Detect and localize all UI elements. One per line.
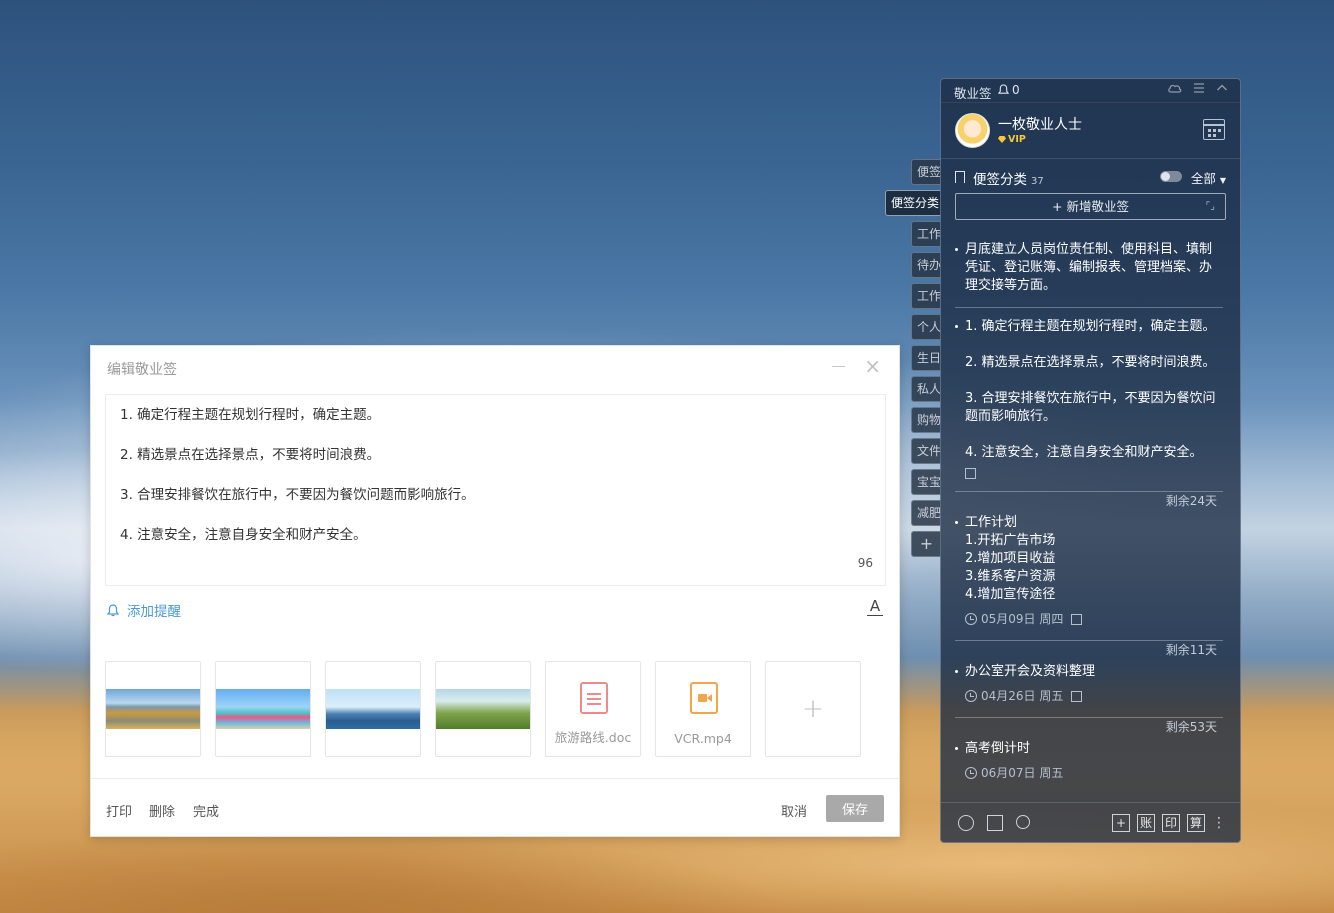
landscape-road-image [106, 689, 200, 729]
content-line: 2. 精选景点在选择景点，不要将时间浪费。 [120, 447, 381, 463]
tab-work-1[interactable]: 工作 [911, 221, 941, 247]
note-list: 月底建立人员岗位责任制、使用科目、填制凭证、登记账簿、编制报表、管理档案、办理交… [955, 231, 1223, 798]
new-note-button[interactable]: + 新增敬业签 ⌜⌟ [955, 193, 1226, 220]
caret-down-icon: ▼ [1219, 176, 1226, 185]
dialog-footer: 打印 删除 完成 取消 保存 [91, 778, 899, 838]
meadow-girl-image [436, 689, 530, 729]
clock-icon [965, 613, 977, 625]
bookmark-icon [955, 171, 965, 183]
filter-dropdown[interactable]: 全部 ▼ [1191, 168, 1226, 187]
sticky-note-panel: 敬业签 0 一枚敬业人士 VIP 便签分类 37 全部 ▼ + 新增敬业签 ⌜⌟… [940, 78, 1241, 843]
calculator-button[interactable]: 算 [1187, 814, 1205, 832]
cancel-button[interactable]: 取消 [781, 801, 807, 820]
video-file-icon [690, 682, 718, 714]
clock-icon [965, 767, 977, 779]
edit-note-dialog: 编辑敬业签 × 1. 确定行程主题在规划行程时，确定主题。 2. 精选景点在选择… [90, 345, 900, 837]
avatar[interactable] [955, 113, 990, 148]
list-item[interactable]: 剩余24天 工作计划 1.开拓广告市场 2.增加项目收益 3.维系客户资源 4.… [955, 492, 1223, 641]
menu-icon[interactable] [1193, 82, 1205, 94]
add-attachment-button[interactable]: + [765, 661, 861, 757]
grid-icon [1071, 613, 1083, 625]
bell-icon [107, 603, 119, 616]
tab-personal[interactable]: 个人 [911, 314, 941, 340]
search-icon[interactable] [1016, 815, 1030, 829]
attachment-image[interactable] [435, 661, 531, 757]
attachment-image[interactable] [215, 661, 311, 757]
add-reminder-label: 添加提醒 [127, 604, 181, 620]
attachment-video-file[interactable]: VCR.mp4 [655, 661, 751, 757]
delete-button[interactable]: 删除 [149, 801, 175, 820]
tab-birthday[interactable]: 生日 [911, 345, 941, 371]
save-button[interactable]: 保存 [826, 795, 884, 822]
bell-icon [998, 84, 1009, 94]
doc-file-icon [580, 682, 608, 714]
content-line: 4. 注意安全，注意自身安全和财产安全。 [120, 527, 367, 543]
attachment-icon [965, 468, 976, 479]
ledger-button[interactable]: 账 [1137, 814, 1155, 832]
attachment-list: 旅游路线.doc VCR.mp4 + [105, 661, 861, 757]
tab-diet[interactable]: 减肥 [911, 500, 941, 526]
calendar-icon[interactable] [1203, 119, 1225, 140]
diamond-icon [998, 136, 1006, 143]
panel-titlebar: 敬业签 0 [941, 79, 1240, 103]
file-name: 旅游路线.doc [554, 730, 632, 745]
remaining-days: 剩余53天 [1165, 720, 1217, 734]
list-item[interactable]: 剩余11天 办公室开会及资料整理 04月26日 周五 [955, 641, 1223, 718]
tab-add-category-button[interactable]: + [911, 531, 941, 557]
cloud-sync-icon[interactable] [1167, 82, 1182, 94]
list-item[interactable]: 剩余53天 高考倒计时 06月07日 周五 [955, 718, 1223, 794]
app-name: 敬业签 [954, 86, 992, 101]
note-content-editor[interactable]: 1. 确定行程主题在规划行程时，确定主题。 2. 精选景点在选择景点，不要将时间… [105, 394, 886, 586]
tab-shopping[interactable]: 购物 [911, 407, 941, 433]
remaining-days: 剩余24天 [1165, 494, 1217, 508]
tab-files[interactable]: 文件 [911, 438, 941, 464]
plus-icon: + [802, 694, 824, 724]
panel-toolbar: + 账 印 算 ⋮ [941, 802, 1240, 842]
add-icon[interactable]: + [1112, 814, 1130, 832]
chevron-up-icon[interactable] [1216, 82, 1228, 94]
print-button[interactable]: 印 [1162, 814, 1180, 832]
category-count: 37 [1031, 176, 1044, 187]
category-header: 便签分类 37 全部 ▼ [955, 167, 1226, 188]
checkbox-icon[interactable] [987, 815, 1003, 831]
history-clock-icon[interactable] [958, 815, 974, 831]
titlebar-icons [1167, 82, 1228, 94]
minimize-button[interactable] [832, 366, 845, 367]
char-count: 96 [857, 556, 873, 570]
attachment-icon [1071, 690, 1083, 702]
group-photo-image [216, 689, 310, 729]
print-button[interactable]: 打印 [106, 801, 132, 820]
close-button[interactable]: × [864, 356, 881, 376]
clock-icon [965, 690, 977, 702]
user-profile: 一枚敬业人士 VIP [941, 103, 1240, 159]
font-style-icon[interactable]: A [867, 598, 883, 616]
display-toggle[interactable] [1160, 171, 1182, 182]
more-options-icon[interactable]: ⋮ [1212, 815, 1226, 831]
attachment-image[interactable] [325, 661, 421, 757]
user-name: 一枚敬业人士 [998, 117, 1082, 133]
remaining-days: 剩余11天 [1165, 643, 1217, 657]
tab-note-categories[interactable]: 便签分类 [885, 190, 941, 216]
file-name: VCR.mp4 [674, 731, 732, 746]
tab-todo[interactable]: 待办 [911, 252, 941, 278]
notification-count: 0 [1012, 83, 1020, 97]
add-reminder-button[interactable]: 添加提醒 [107, 600, 181, 620]
category-label[interactable]: 便签分类 37 [973, 168, 1044, 188]
notification-button[interactable]: 0 [998, 83, 1020, 97]
list-item[interactable]: 月底建立人员岗位责任制、使用科目、填制凭证、登记账簿、编制报表、管理档案、办理交… [955, 231, 1223, 308]
list-item[interactable]: 1. 确定行程主题在规划行程时，确定主题。 2. 精选景点在选择景点，不要将时间… [955, 308, 1223, 492]
sea-boats-image [326, 689, 420, 729]
content-line: 1. 确定行程主题在规划行程时，确定主题。 [120, 407, 381, 423]
attachment-doc-file[interactable]: 旅游路线.doc [545, 661, 641, 757]
tab-baby[interactable]: 宝宝 [911, 469, 941, 495]
content-line: 3. 合理安排餐饮在旅行中，不要因为餐饮问题而影响旅行。 [120, 487, 475, 503]
tab-notes[interactable]: 便签 [911, 159, 941, 185]
vip-badge: VIP [998, 134, 1026, 145]
dialog-title: 编辑敬业签 [107, 362, 177, 378]
expand-icon: ⌜⌟ [1205, 201, 1215, 212]
attachment-image[interactable] [105, 661, 201, 757]
done-button[interactable]: 完成 [193, 801, 219, 820]
tab-work-2[interactable]: 工作 [911, 283, 941, 309]
tab-private[interactable]: 私人 [911, 376, 941, 402]
